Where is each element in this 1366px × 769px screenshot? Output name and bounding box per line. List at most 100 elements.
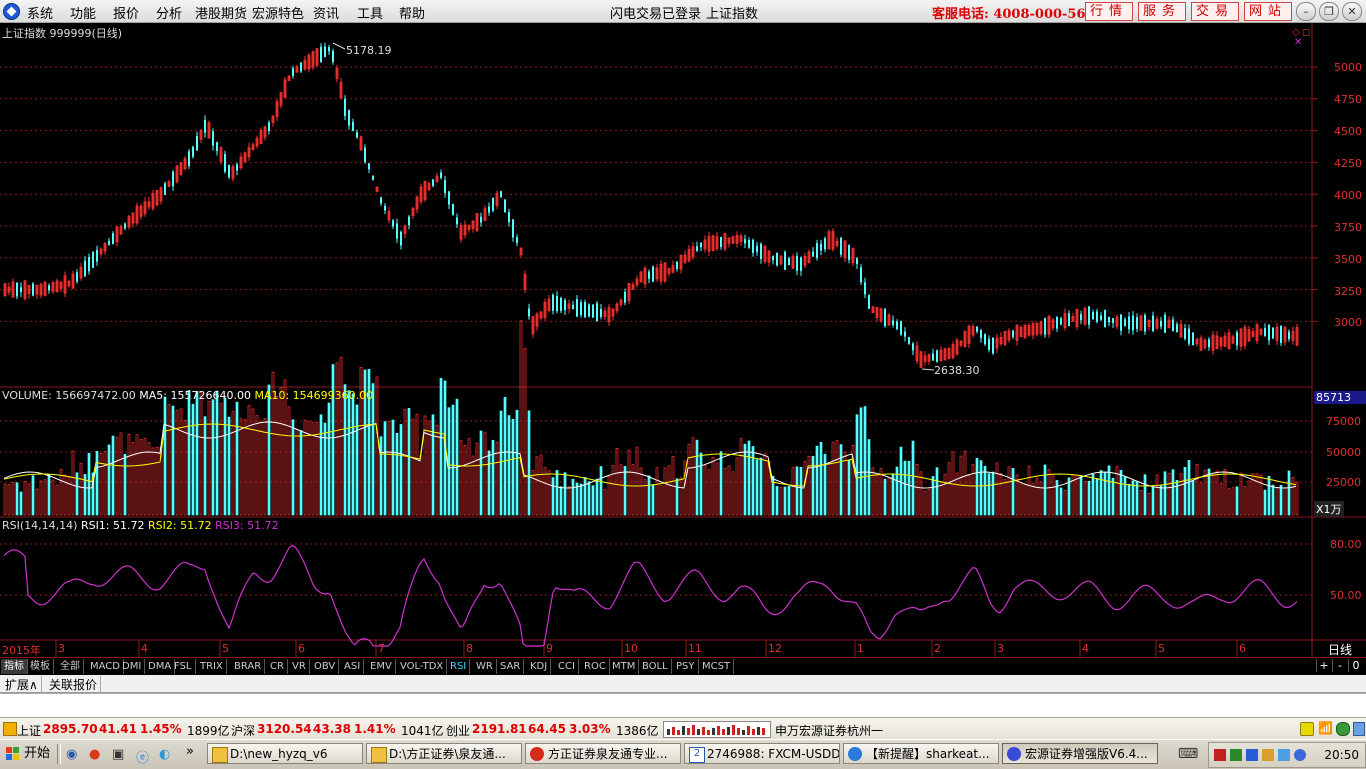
candle-body bbox=[576, 299, 578, 317]
related-quotes-tab[interactable]: 关联报价 bbox=[46, 676, 102, 693]
window-icon[interactable] bbox=[1353, 722, 1365, 736]
keyboard-icon[interactable]: ⌨ bbox=[1178, 746, 1198, 762]
volume-bar bbox=[135, 434, 139, 516]
indicator-tab[interactable]: OBV bbox=[311, 659, 340, 674]
indicator-tab[interactable]: SAR bbox=[497, 659, 525, 674]
menu-hongyuan[interactable]: 宏源特色 bbox=[252, 3, 304, 22]
indicator-tab[interactable]: 指标 bbox=[1, 659, 28, 674]
indicator-tab[interactable]: ASI bbox=[341, 659, 365, 674]
indicator-tab[interactable]: KDJ bbox=[527, 659, 552, 674]
volume-bar bbox=[27, 483, 31, 516]
tab-remove-button[interactable]: - bbox=[1332, 659, 1347, 672]
menu-function[interactable]: 功能 bbox=[70, 3, 96, 22]
indicator-tab[interactable]: CR bbox=[267, 659, 288, 674]
tray-security-icon[interactable] bbox=[1246, 749, 1258, 761]
task-fxcm[interactable]: 2 2746988: FXCM-USDD... bbox=[684, 743, 840, 764]
service-button[interactable]: 服务 bbox=[1138, 2, 1186, 21]
volume-bar bbox=[639, 467, 643, 516]
quicklaunch-desktop-icon[interactable]: ▣ bbox=[112, 747, 124, 762]
chart-area[interactable]: 上证指数 999999(日线) 5178.19 2638.30 ◇ ◻ ✕ 50… bbox=[0, 23, 1366, 657]
indicator-tab[interactable]: BOLL bbox=[639, 659, 672, 674]
indicator-tab[interactable]: TRIX bbox=[197, 659, 227, 674]
volume-bar bbox=[1019, 483, 1023, 516]
volume-bar bbox=[1215, 470, 1219, 516]
indicator-tab[interactable]: 模板 bbox=[27, 659, 54, 674]
menu-tools[interactable]: 工具 bbox=[357, 3, 383, 22]
task-hongyuan-app[interactable]: 宏源证券增强版V6.4... bbox=[1002, 743, 1158, 764]
price-tick: 3250 bbox=[1334, 285, 1362, 298]
indicator-tab[interactable]: RSI bbox=[447, 659, 471, 674]
indicator-tab[interactable]: VOL-TDX bbox=[397, 659, 448, 674]
indicator-tab[interactable]: MTM bbox=[609, 659, 640, 674]
volume-bar bbox=[1163, 471, 1167, 516]
task-explorer-2[interactable]: D:\方正证券\泉友通... bbox=[366, 743, 522, 764]
start-button[interactable]: 开始 bbox=[2, 743, 52, 765]
main-chart-title: 上证指数 999999(日线) bbox=[2, 27, 123, 40]
task-explorer-1[interactable]: D:\new_hyzq_v6 bbox=[207, 743, 363, 764]
candle-body bbox=[900, 321, 902, 335]
signal-icon[interactable]: 📶 bbox=[1318, 721, 1333, 735]
indicator-tab[interactable]: 全部 bbox=[57, 659, 84, 674]
indicator-tab[interactable]: ROC bbox=[581, 659, 610, 674]
menu-news[interactable]: 资讯 bbox=[313, 3, 339, 22]
volume-bar bbox=[755, 459, 759, 516]
hs-index-value: 3120.54 bbox=[257, 722, 312, 736]
indicator-tab[interactable]: MCST bbox=[699, 659, 735, 674]
menu-help[interactable]: 帮助 bbox=[399, 3, 425, 22]
tab-add-button[interactable]: + bbox=[1316, 659, 1331, 672]
minimize-icon[interactable]: – bbox=[1296, 2, 1316, 21]
notice-icon[interactable] bbox=[1300, 722, 1314, 736]
volume-bar bbox=[1007, 466, 1011, 516]
website-button[interactable]: 网站 bbox=[1244, 2, 1292, 21]
volume-bar bbox=[1271, 484, 1275, 516]
tab-reset-button[interactable]: 0 bbox=[1348, 659, 1363, 672]
app-logo-icon[interactable] bbox=[3, 3, 20, 20]
quicklaunch-ie-icon[interactable]: ⓔ bbox=[136, 747, 149, 766]
indicator-tab[interactable]: FSL bbox=[171, 659, 196, 674]
close-icon[interactable]: ✕ bbox=[1342, 2, 1362, 21]
volume-bar bbox=[811, 455, 815, 516]
strength-bar bbox=[717, 726, 720, 735]
candle-body bbox=[552, 294, 554, 311]
tray-app-icon[interactable] bbox=[1262, 749, 1274, 761]
tray-shield-icon[interactable] bbox=[1294, 749, 1306, 761]
indicator-tab[interactable]: DMI bbox=[119, 659, 146, 674]
expand-button[interactable]: 扩展∧ bbox=[2, 676, 42, 693]
trade-button[interactable]: 交易 bbox=[1191, 2, 1239, 21]
market-button[interactable]: 行情 bbox=[1085, 2, 1133, 21]
menu-analysis[interactable]: 分析 bbox=[156, 3, 182, 22]
volume-bar bbox=[1171, 469, 1175, 516]
indicator-tab[interactable]: EMV bbox=[367, 659, 396, 674]
menu-system[interactable]: 系统 bbox=[27, 3, 53, 22]
task-founder-app[interactable]: 方正证券泉友通专业... bbox=[525, 743, 681, 764]
task-browser[interactable]: 【新提醒】sharkeat... bbox=[843, 743, 999, 764]
menu-hk-futures[interactable]: 港股期货 bbox=[195, 3, 247, 22]
clock[interactable]: 20:50 bbox=[1324, 748, 1359, 762]
candle-body bbox=[1124, 319, 1126, 327]
quicklaunch-app-icon[interactable]: ● bbox=[89, 747, 100, 762]
indicator-tab[interactable]: BRAR bbox=[231, 659, 266, 674]
volume-bar bbox=[63, 474, 67, 516]
tray-network-icon[interactable] bbox=[1230, 749, 1242, 761]
period-label[interactable]: 日线 bbox=[1328, 641, 1352, 658]
volume-bar bbox=[907, 460, 911, 516]
chart-window-icon[interactable]: ◻ bbox=[1302, 27, 1310, 38]
quicklaunch-browser-icon[interactable]: ◉ bbox=[66, 747, 77, 762]
indicator-tab[interactable]: VR bbox=[289, 659, 310, 674]
volume-bar bbox=[151, 447, 155, 516]
volume-bar bbox=[55, 484, 59, 516]
indicator-tab[interactable]: WR bbox=[473, 659, 497, 674]
candle-body bbox=[1068, 313, 1070, 327]
quicklaunch-chat-icon[interactable]: ◐ bbox=[159, 747, 170, 762]
volume-bar bbox=[1035, 477, 1039, 516]
indicator-tab[interactable]: PSY bbox=[673, 659, 699, 674]
tray-chat-icon[interactable] bbox=[1278, 749, 1290, 761]
tray-flag-icon[interactable] bbox=[1214, 749, 1226, 761]
chart-canvas[interactable] bbox=[0, 23, 1366, 657]
menu-quotes[interactable]: 报价 bbox=[113, 3, 139, 22]
restore-icon[interactable]: ❐ bbox=[1319, 2, 1339, 21]
connection-icon[interactable] bbox=[1336, 722, 1350, 736]
status-menu-icon[interactable] bbox=[3, 722, 17, 736]
quicklaunch-more-icon[interactable]: » bbox=[186, 744, 194, 759]
indicator-tab[interactable]: CCI bbox=[555, 659, 579, 674]
